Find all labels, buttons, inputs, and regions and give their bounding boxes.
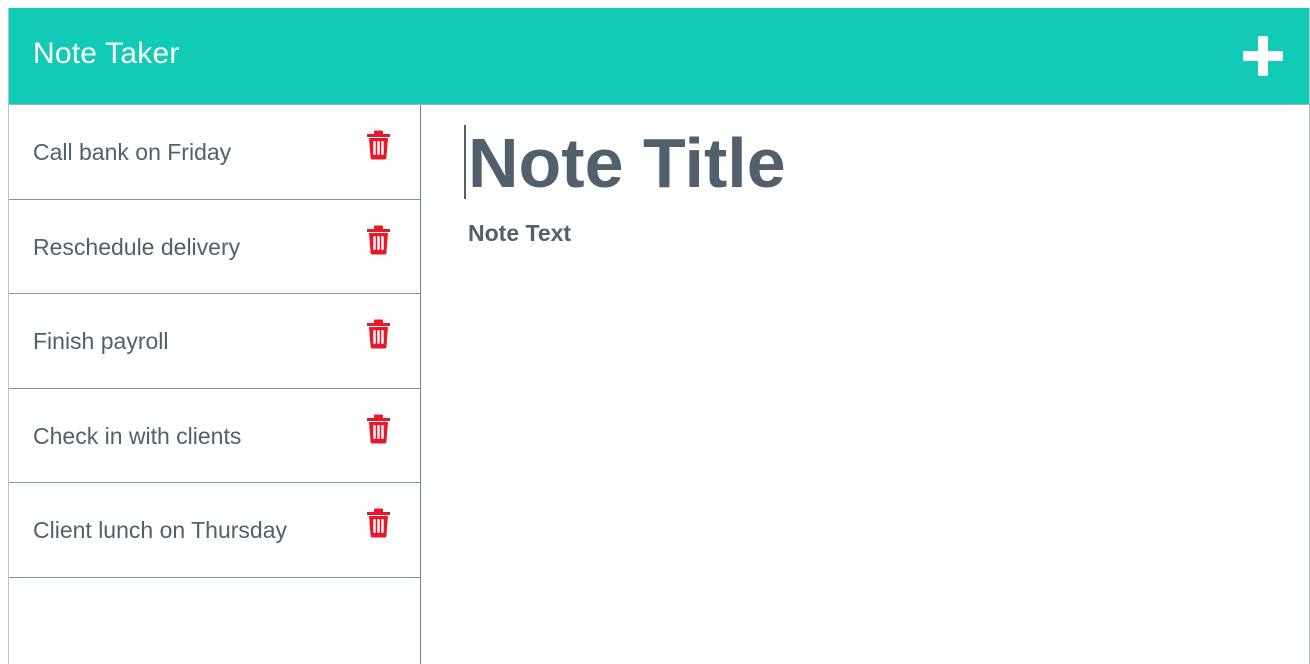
note-editor: [422, 105, 1309, 664]
trash-icon[interactable]: [366, 130, 391, 160]
note-title: Check in with clients: [33, 422, 242, 449]
note-taker-app: Note Taker Call bank on Friday Reschedul…: [8, 8, 1310, 664]
note-title: Client lunch on Thursday: [33, 517, 287, 543]
trash-icon[interactable]: [366, 508, 391, 538]
note-title-input[interactable]: [464, 126, 1284, 200]
note-list-item[interactable]: Call bank on Friday: [9, 105, 420, 200]
note-list-item[interactable]: Finish payroll: [9, 294, 420, 389]
note-list-item[interactable]: Reschedule delivery: [9, 199, 420, 294]
trash-icon[interactable]: [366, 414, 391, 444]
new-note-button[interactable]: [1241, 34, 1285, 78]
note-list-item[interactable]: Client lunch on Thursday: [9, 483, 420, 578]
note-title: Reschedule delivery: [33, 233, 241, 260]
trash-icon[interactable]: [366, 225, 391, 255]
note-list-item[interactable]: Check in with clients: [9, 388, 420, 483]
note-list: Call bank on Friday Reschedule delivery: [9, 105, 420, 578]
note-title: Call bank on Friday: [33, 139, 232, 165]
navbar: Note Taker: [9, 8, 1309, 105]
note-title: Finish payroll: [33, 328, 169, 354]
note-text-input[interactable]: [468, 218, 1288, 638]
plus-icon: [1243, 36, 1283, 76]
trash-icon[interactable]: [366, 319, 391, 349]
app-title: Note Taker: [33, 37, 180, 70]
notes-sidebar: Call bank on Friday Reschedule delivery: [9, 105, 421, 664]
